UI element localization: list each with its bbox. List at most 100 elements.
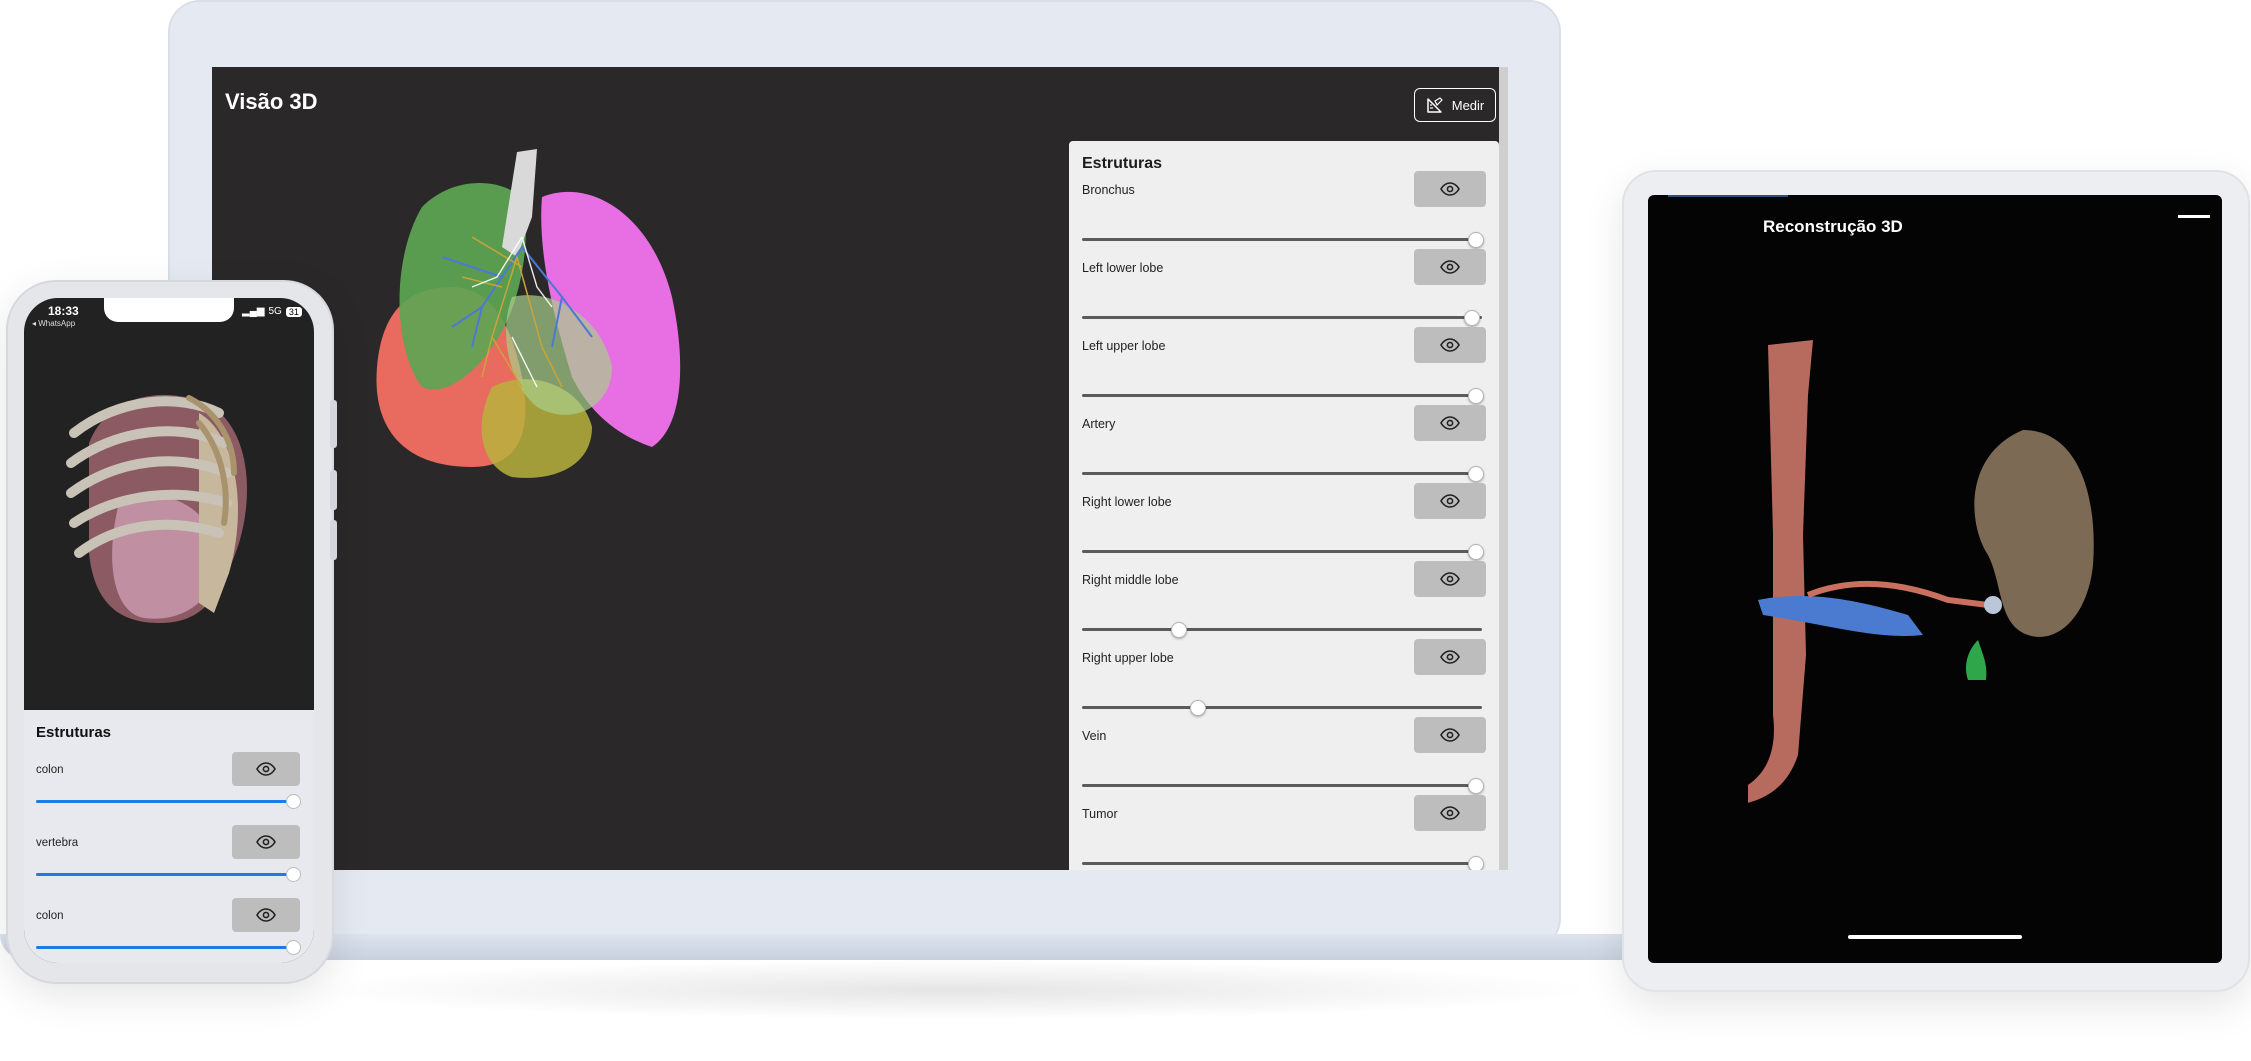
eye-icon [256,835,276,849]
structure-label: Right upper lobe [1082,651,1174,665]
visibility-toggle-button[interactable] [1414,717,1486,753]
structure-row: Vein [1069,717,1499,795]
tablet-progress-line [1668,195,1788,197]
status-time: 18:33 [48,304,79,318]
eye-icon [1440,338,1460,352]
network-label: 5G [268,306,282,317]
structure-row: vertebra [24,825,314,899]
structures-panel: Estruturas Bronchus Left lower lobe Left u… [1069,141,1499,870]
opacity-slider-thumb[interactable] [1468,388,1484,404]
tablet-screen: Reconstrução 3D [1648,195,2222,963]
structure-label: vertebra [36,837,79,849]
eye-icon [1440,494,1460,508]
structure-label: Vein [1082,729,1107,743]
visibility-toggle-button[interactable] [1414,405,1486,441]
visibility-toggle-button[interactable] [232,825,300,859]
opacity-slider[interactable] [1082,550,1482,553]
ruler-icon [1426,97,1443,113]
signal-icon: ▂▄▆ [242,306,265,317]
eye-icon [1440,806,1460,820]
kidney-3d-model[interactable] [1748,335,2128,835]
structure-label: Tumor [1082,807,1118,821]
structure-row: Left lower lobe [1069,249,1499,327]
opacity-slider[interactable] [1082,862,1482,865]
opacity-slider[interactable] [1082,316,1482,319]
structure-row: Bronchus [1069,171,1499,249]
structure-row: Right upper lobe [1069,639,1499,717]
visibility-toggle-button[interactable] [1414,561,1486,597]
structure-label: colon [36,764,64,776]
opacity-slider-thumb[interactable] [1468,232,1484,248]
visibility-toggle-button[interactable] [232,898,300,932]
home-indicator [1848,935,2022,939]
structure-row: Right lower lobe [1069,483,1499,561]
eye-icon [256,908,276,922]
opacity-slider-thumb[interactable] [1468,466,1484,482]
opacity-slider[interactable] [1082,472,1482,475]
structure-label: Bronchus [1082,183,1135,197]
structure-row: Tumor [1069,795,1499,870]
visibility-toggle-button[interactable] [1414,327,1486,363]
structure-label: Left lower lobe [1082,261,1164,275]
phone-notch [104,298,234,322]
eye-icon [1440,572,1460,586]
opacity-slider-thumb[interactable] [1190,700,1206,716]
visibility-toggle-button[interactable] [1414,795,1486,831]
opacity-slider-thumb[interactable] [1468,856,1484,870]
opacity-slider[interactable] [36,873,294,876]
opacity-slider[interactable] [36,800,294,803]
laptop-screen: Visão 3D Medir Estruturas Bronchus Left … [212,67,1508,870]
structure-row: colon [24,752,314,826]
structure-row: Left upper lobe [1069,327,1499,405]
status-indicators: ▂▄▆ 5G 31 [242,306,302,317]
phone-structures-panel: Estruturas colon vertebra colon [24,710,314,963]
page-title: Visão 3D [225,89,318,114]
laptop-shadow [300,960,1600,1020]
structure-label: Left upper lobe [1082,339,1166,353]
structure-row: colon [24,898,314,963]
opacity-slider[interactable] [1082,784,1482,787]
visibility-toggle-button[interactable] [1414,639,1486,675]
visibility-toggle-button[interactable] [1414,171,1486,207]
opacity-slider-thumb[interactable] [1464,310,1480,326]
measure-button[interactable]: Medir [1414,88,1496,122]
back-to-app-link[interactable]: ◂ WhatsApp [32,319,75,328]
opacity-slider-thumb[interactable] [1171,622,1187,638]
structure-label: Right middle lobe [1082,573,1179,587]
opacity-slider[interactable] [1082,238,1482,241]
eye-icon [256,762,276,776]
structure-row: Right middle lobe [1069,561,1499,639]
opacity-slider-thumb[interactable] [1468,544,1484,560]
visibility-toggle-button[interactable] [232,752,300,786]
structure-label: Artery [1082,417,1116,431]
opacity-slider[interactable] [1082,706,1482,709]
phone-panel-title: Estruturas [36,724,112,741]
opacity-slider-thumb[interactable] [286,867,301,882]
opacity-slider[interactable] [36,946,294,949]
visibility-toggle-button[interactable] [1414,483,1486,519]
tablet-title: Reconstrução 3D [1763,217,1903,236]
lung-3d-model[interactable] [322,137,702,517]
eye-icon [1440,728,1460,742]
phone-side-button [330,400,337,448]
opacity-slider[interactable] [1082,394,1482,397]
phone-screen: 18:33 ▂▄▆ 5G 31 ◂ WhatsApp Estruturas co… [24,298,314,963]
eye-icon [1440,260,1460,274]
measure-label: Medir [1451,97,1485,113]
structure-label: Right lower lobe [1082,495,1172,509]
opacity-slider[interactable] [1082,628,1482,631]
structure-row: Artery [1069,405,1499,483]
battery-icon: 31 [285,306,302,317]
eye-icon [1440,182,1460,196]
opacity-slider-thumb[interactable] [1468,778,1484,794]
eye-icon [1440,650,1460,664]
menu-icon[interactable] [2178,215,2210,218]
torso-3d-model[interactable] [49,353,279,653]
opacity-slider-thumb[interactable] [286,794,301,809]
visibility-toggle-button[interactable] [1414,249,1486,285]
phone-side-button [330,470,337,510]
eye-icon [1440,416,1460,430]
opacity-slider-thumb[interactable] [286,940,301,955]
scrollbar[interactable] [1499,67,1508,870]
structure-label: colon [36,910,64,922]
